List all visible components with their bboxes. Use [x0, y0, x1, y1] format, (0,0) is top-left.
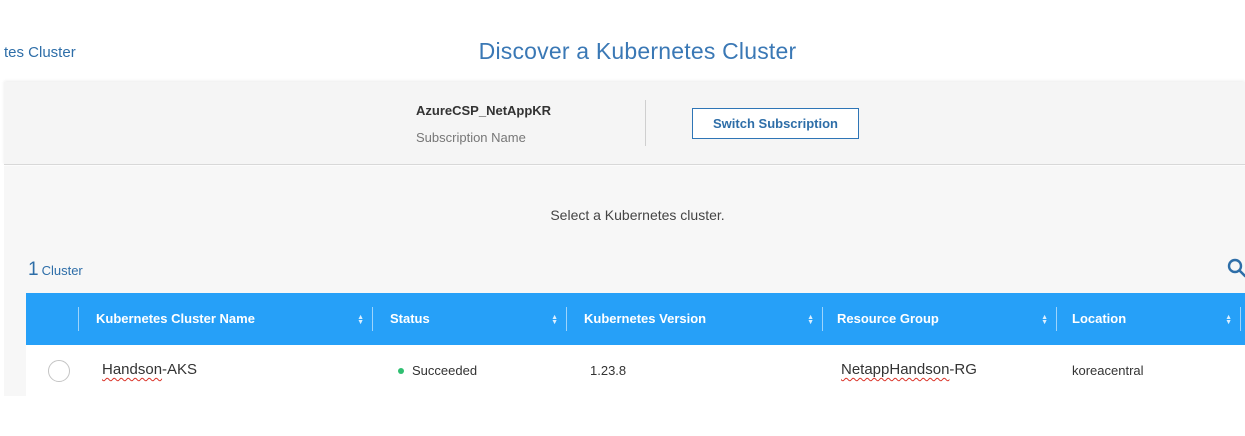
clusters-table: Kubernetes Cluster Name ▲ ▼ Status ▲ ▼ Kub… — [26, 293, 1245, 399]
column-header-status[interactable]: Status ▲ ▼ — [372, 293, 566, 345]
table-row[interactable]: Handson-AKS Succeeded 1.23.8 NetappHands… — [26, 345, 1245, 399]
column-header-resource-group[interactable]: Resource Group ▲ ▼ — [822, 293, 1056, 345]
search-icon[interactable] — [1227, 258, 1245, 278]
sort-icon[interactable]: ▲ ▼ — [1225, 293, 1232, 345]
top-bar: tes Cluster Discover a Kubernetes Cluste… — [0, 0, 1245, 80]
subscription-bar: AzureCSP_NetAppKR Subscription Name Swit… — [4, 82, 1245, 165]
sort-icon[interactable]: ▲ ▼ — [551, 293, 558, 345]
page-title: Discover a Kubernetes Cluster — [478, 38, 797, 64]
subscription-label: Subscription Name — [416, 130, 526, 145]
column-header-cluster-name[interactable]: Kubernetes Cluster Name ▲ ▼ — [78, 293, 372, 345]
cluster-count: 1 Cluster — [28, 259, 83, 281]
divider — [645, 100, 646, 146]
sort-icon[interactable]: ▲ ▼ — [807, 293, 814, 345]
switch-subscription-button[interactable]: Switch Subscription — [692, 108, 859, 139]
resource-group-main: NetappHandson — [841, 361, 950, 378]
column-header-k8s-version[interactable]: Kubernetes Version ▲ ▼ — [566, 293, 822, 345]
cell-status: Succeeded — [398, 363, 477, 378]
cluster-panel: Select a Kubernetes cluster. 1 Cluster Ku… — [4, 166, 1245, 399]
cluster-count-number: 1 — [28, 259, 39, 280]
status-text: Succeeded — [412, 363, 478, 378]
sort-icon[interactable]: ▲ ▼ — [357, 293, 364, 345]
resource-group-suffix: -RG — [949, 361, 977, 378]
page-footer-space — [0, 396, 1245, 436]
column-header-label: Location — [1072, 311, 1127, 326]
column-header-label: Resource Group — [837, 311, 939, 326]
sort-icon[interactable]: ▲ ▼ — [1041, 293, 1048, 345]
column-header-label: Status — [390, 311, 430, 326]
select-prompt: Select a Kubernetes cluster. — [550, 207, 725, 223]
column-header-location[interactable]: Location ▲ ▼ — [1056, 293, 1240, 345]
status-dot-icon — [398, 367, 404, 374]
cluster-count-unit: Cluster — [41, 263, 83, 278]
cell-resource-group: NetappHandson-RG — [841, 361, 977, 378]
cell-cluster-name: Handson-AKS — [102, 361, 197, 378]
cell-location: koreacentral — [1072, 363, 1144, 378]
column-header-label: Kubernetes Version — [584, 311, 707, 326]
subscription-name: AzureCSP_NetAppKR — [416, 103, 552, 118]
column-separator — [1240, 307, 1241, 331]
column-header-label: Kubernetes Cluster Name — [96, 311, 255, 326]
cluster-name-main: Handson — [102, 361, 163, 378]
cell-k8s-version: 1.23.8 — [590, 363, 627, 378]
row-select-radio[interactable] — [48, 360, 70, 382]
cluster-name-suffix: -AKS — [162, 361, 198, 378]
table-header: Kubernetes Cluster Name ▲ ▼ Status ▲ ▼ Kub… — [26, 293, 1245, 345]
